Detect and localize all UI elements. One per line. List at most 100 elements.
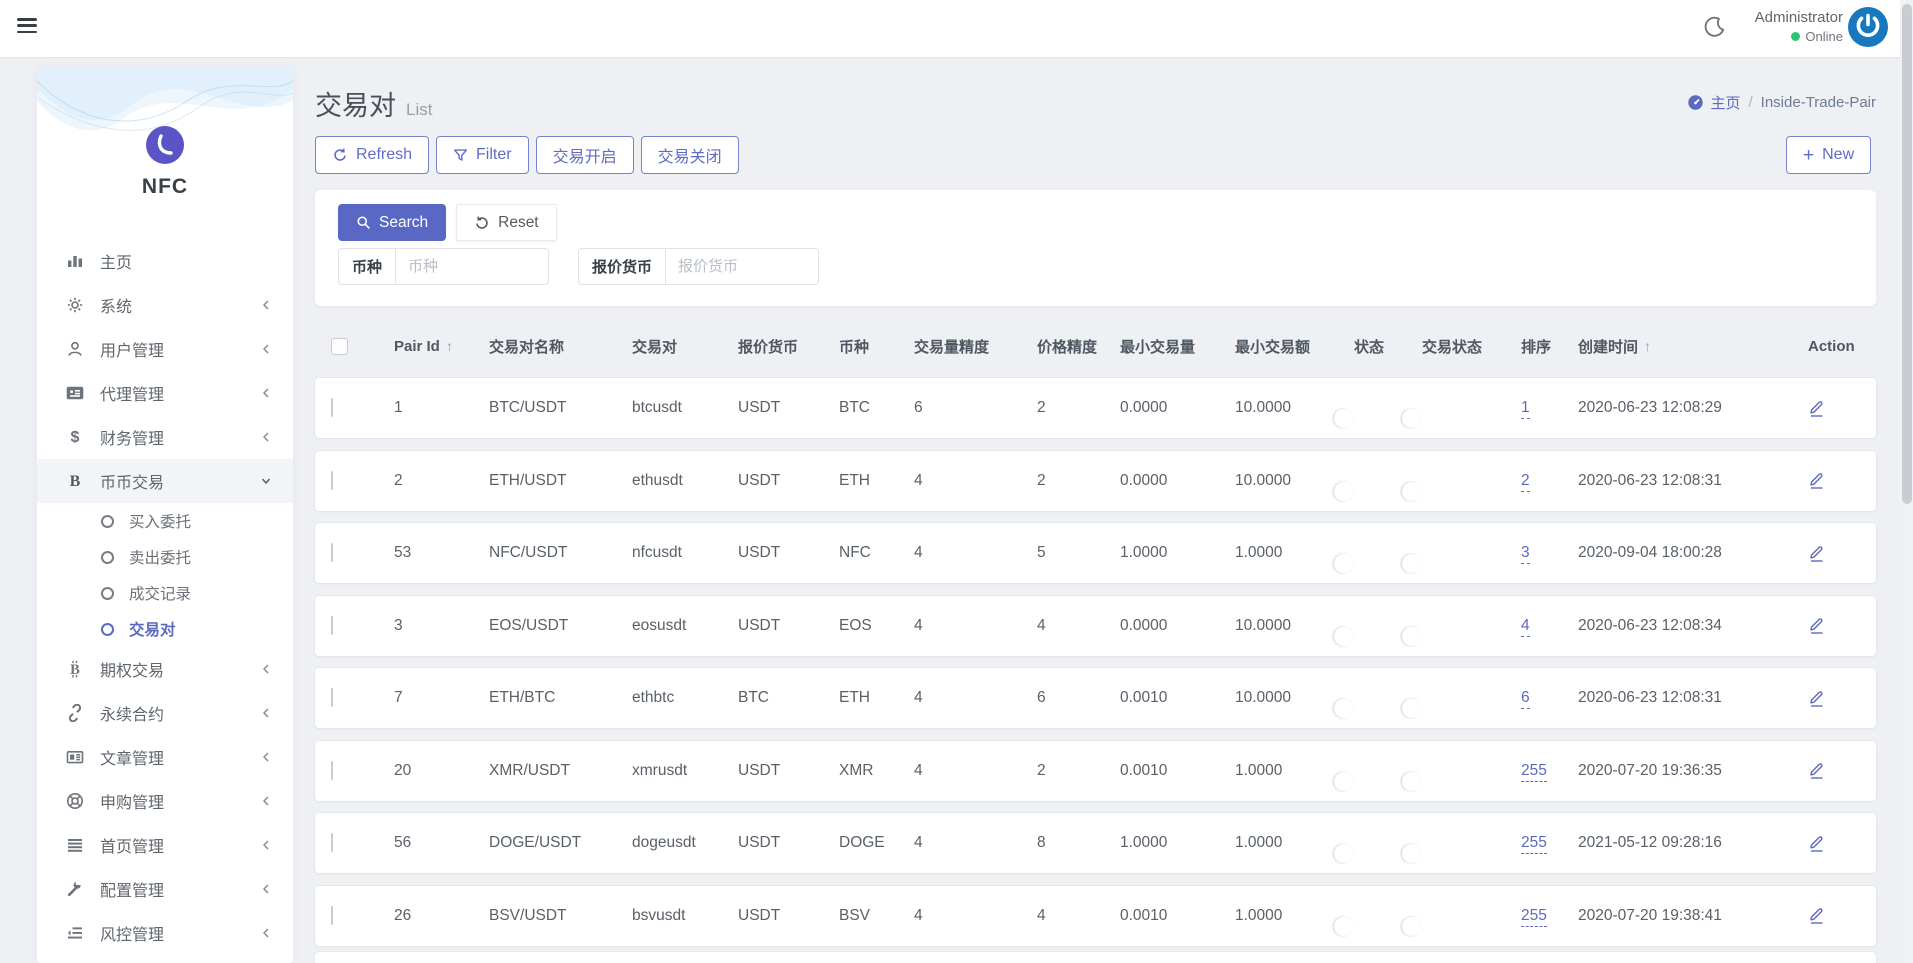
chevron-left-icon: [259, 430, 273, 444]
dark-mode-icon[interactable]: [1704, 16, 1726, 38]
search-panel: Search Reset 币种 报价货币: [315, 190, 1876, 306]
amount_precision-cell: 4: [914, 616, 923, 634]
row-checkbox[interactable]: [331, 470, 333, 490]
edit-button[interactable]: [1808, 399, 1860, 418]
edit-button[interactable]: [1808, 761, 1860, 780]
checkbox-cell: [331, 615, 394, 635]
refresh-button[interactable]: Refresh: [315, 136, 430, 174]
row-checkbox[interactable]: [331, 905, 333, 925]
sidebar-item-永续合约[interactable]: 永续合约: [37, 691, 293, 735]
row-checkbox[interactable]: [331, 688, 333, 707]
edit-button[interactable]: [1808, 689, 1860, 708]
header-cell-quote: 报价货币: [738, 336, 839, 357]
user-avatar[interactable]: [1847, 6, 1889, 48]
trade-close-button[interactable]: 交易关闭: [640, 136, 739, 174]
breadcrumb-current: Inside-Trade-Pair: [1760, 94, 1876, 111]
base-cell: XMR: [839, 761, 874, 779]
action-cell: [1808, 399, 1860, 418]
sidebar-item-主页[interactable]: 主页: [37, 239, 293, 283]
sidebar-subitem-买入委托[interactable]: 买入委托: [37, 503, 293, 539]
checkbox-cell: [331, 905, 394, 925]
edit-button[interactable]: [1808, 834, 1860, 853]
header-cell-action: Action: [1808, 338, 1860, 355]
topbar: Administrator Online: [0, 0, 1913, 57]
sort-value-link[interactable]: 6: [1521, 689, 1530, 709]
select-all-checkbox[interactable]: [331, 337, 348, 355]
created-cell: 2021-05-12 09:28:16: [1578, 834, 1722, 851]
sidebar-item-币币交易[interactable]: B 币币交易: [37, 459, 293, 503]
sidebar-item-用户管理[interactable]: 用户管理: [37, 327, 293, 371]
quote-cell: USDT: [738, 616, 781, 634]
sidebar-item-挖矿管理[interactable]: 挖矿管理: [37, 955, 293, 963]
row-checkbox[interactable]: [331, 760, 333, 780]
sidebar-item-代理管理[interactable]: 代理管理: [37, 371, 293, 415]
sort-value-link[interactable]: 4: [1521, 616, 1530, 637]
sidebar-item-首页管理[interactable]: 首页管理: [37, 823, 293, 867]
chevron-down-icon: [259, 474, 273, 488]
sort-value-link[interactable]: 1: [1521, 399, 1530, 419]
edit-button[interactable]: [1808, 471, 1860, 490]
edit-pencil-icon: [1810, 908, 1823, 924]
table-row: 53 NFC/USDT nfcusdt USDT NFC 4 5 1.0000 1.0000 3 2…: [315, 523, 1876, 583]
row-checkbox[interactable]: [331, 615, 333, 635]
action-cell: [1808, 471, 1860, 490]
new-button[interactable]: + New: [1786, 136, 1872, 174]
sidebar-item-文章管理[interactable]: 文章管理: [37, 735, 293, 779]
checkbox-cell: [331, 543, 394, 562]
sidebar-item-申购管理[interactable]: 申购管理: [37, 779, 293, 823]
edit-button[interactable]: [1808, 544, 1860, 563]
breadcrumb-home-link[interactable]: 主页: [1687, 92, 1741, 113]
sidebar-item-label: 财务管理: [100, 431, 165, 448]
pair_id-cell: 3: [394, 616, 403, 634]
sidebar-item-期权交易[interactable]: B 期权交易: [37, 647, 293, 691]
row-checkbox[interactable]: [331, 543, 333, 562]
table-row: 26 BSV/USDT bsvusdt USDT BSV 4 4 0.0010 1.0000 25…: [315, 885, 1876, 946]
header-cell-status: 状态: [1354, 336, 1422, 357]
quote-filter-group: 报价货币: [578, 248, 820, 285]
sidebar-item-label: 申购管理: [100, 795, 165, 812]
sort-cell: 3: [1521, 544, 1578, 564]
sort-value-link[interactable]: 2: [1521, 471, 1530, 492]
name-cell: ETH/BTC: [489, 689, 556, 706]
toggle-knob: [1402, 916, 1421, 936]
search-button[interactable]: Search: [338, 204, 447, 241]
refresh-icon: [334, 148, 346, 161]
sidebar-item-系统[interactable]: 系统: [37, 283, 293, 327]
header-cell-pair_id[interactable]: Pair Id ↑: [394, 338, 489, 355]
min_amount-cell: 0.0010: [1120, 906, 1168, 924]
row-checkbox[interactable]: [331, 833, 333, 852]
column-label: 最小交易量: [1120, 338, 1196, 356]
reset-button[interactable]: Reset: [456, 204, 557, 241]
sort-value-link[interactable]: 3: [1521, 544, 1530, 564]
sort-value-link[interactable]: 255: [1521, 834, 1547, 854]
sidebar-item-风控管理[interactable]: 风控管理: [37, 911, 293, 955]
circle-icon: [101, 550, 114, 564]
action-cell: [1808, 906, 1860, 925]
base-cell: BTC: [839, 399, 870, 416]
sort-value-link[interactable]: 255: [1521, 761, 1547, 782]
chain-link-icon: [65, 704, 85, 722]
sidebar-toggle-button[interactable]: [17, 18, 37, 38]
filter-button[interactable]: Filter: [436, 136, 529, 174]
coin-filter-input[interactable]: [396, 249, 549, 284]
sort-value-link[interactable]: 255: [1521, 906, 1547, 927]
row-checkbox[interactable]: [331, 398, 333, 417]
edit-button[interactable]: [1808, 616, 1860, 635]
scrollbar-thumb[interactable]: [1901, 4, 1912, 504]
newspaper-icon: [65, 748, 85, 766]
price_precision-cell: 6: [1037, 689, 1046, 706]
bitcoin-icon: B: [65, 660, 85, 678]
sidebar-subitem-交易对[interactable]: 交易对: [37, 611, 293, 647]
edit-button[interactable]: [1808, 906, 1860, 925]
circle-icon: [101, 514, 114, 528]
header-cell-created[interactable]: 创建时间 ↑: [1578, 336, 1808, 357]
sidebar-subitem-卖出委托[interactable]: 卖出委托: [37, 539, 293, 575]
gear-icon: [65, 296, 85, 314]
user-info[interactable]: Administrator Online: [1755, 9, 1843, 44]
action-cell: [1808, 761, 1860, 780]
sidebar-subitem-成交记录[interactable]: 成交记录: [37, 575, 293, 611]
sidebar-item-配置管理[interactable]: 配置管理: [37, 867, 293, 911]
quote-filter-input[interactable]: [666, 249, 819, 284]
sidebar-item-财务管理[interactable]: $ 财务管理: [37, 415, 293, 459]
trade-open-button[interactable]: 交易开启: [535, 136, 634, 174]
